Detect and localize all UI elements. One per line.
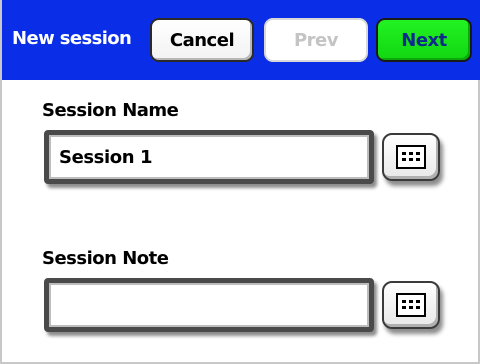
session-name-label: Session Name: [42, 100, 179, 121]
keyboard-icon: [396, 145, 426, 169]
prev-button[interactable]: Prev: [264, 18, 368, 62]
dialog-title: New session: [12, 28, 132, 49]
cancel-button[interactable]: Cancel: [150, 18, 254, 62]
session-name-field[interactable]: Session 1: [44, 130, 374, 184]
new-session-dialog: New session Cancel Prev Next Session Nam…: [0, 0, 480, 364]
session-note-keyboard-button[interactable]: [382, 281, 440, 329]
session-note-field[interactable]: [44, 278, 374, 332]
keyboard-icon: [396, 293, 426, 317]
session-name-keyboard-button[interactable]: [382, 133, 440, 181]
session-note-label: Session Note: [42, 248, 169, 269]
title-bar: New session Cancel Prev Next: [2, 0, 480, 80]
next-button[interactable]: Next: [376, 18, 472, 62]
